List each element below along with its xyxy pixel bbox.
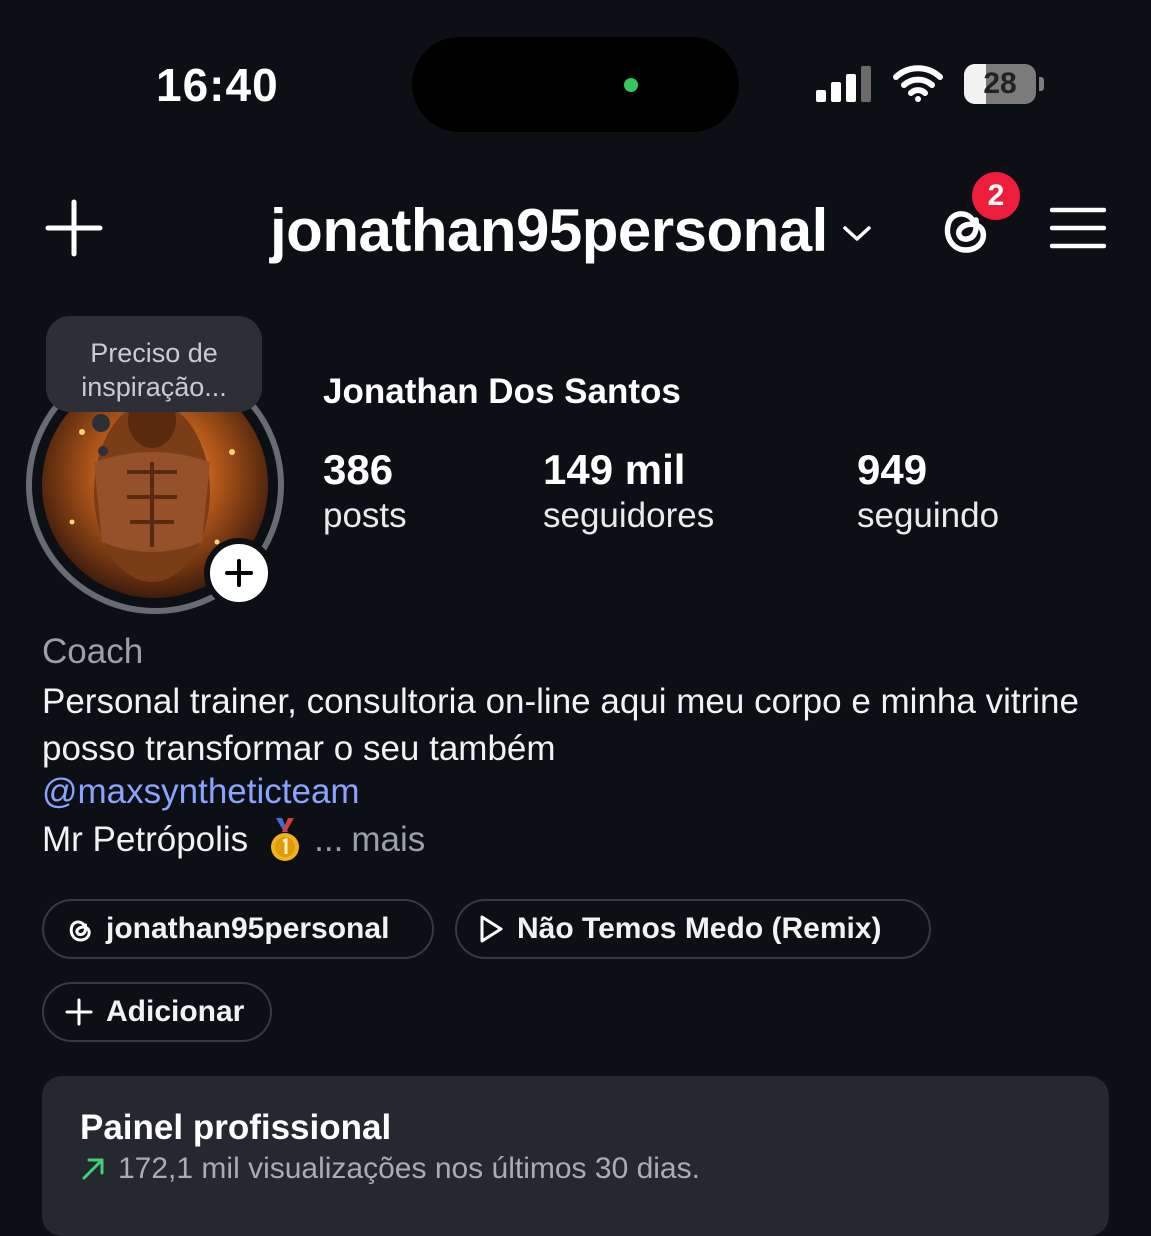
note-bubble-tail	[92, 414, 110, 432]
chevron-down-icon	[843, 226, 871, 241]
profile-music-chip[interactable]: Não Temos Medo (Remix)	[455, 899, 931, 959]
camera-indicator-dot	[624, 78, 638, 92]
battery-indicator: 28	[964, 64, 1046, 104]
note-bubble-tail-small	[98, 446, 108, 456]
posts-label: posts	[323, 496, 407, 535]
cellular-signal-icon	[816, 66, 871, 102]
profile-full-name: Jonathan Dos Santos	[323, 372, 681, 411]
bio-location-text: Mr Petrópolis	[42, 820, 249, 859]
followers-label: seguidores	[543, 496, 715, 535]
following-value: 949	[857, 446, 928, 493]
notification-badge: 2	[972, 172, 1020, 220]
plus-icon	[225, 559, 253, 587]
dashboard-views-text: 172,1 mil visualizações nos últimos 30 d…	[118, 1152, 700, 1185]
bio-last-line: Mr Petrópolis ... mais	[42, 818, 425, 862]
trend-up-arrow-icon	[82, 1158, 104, 1180]
status-time: 16:40	[156, 59, 279, 111]
music-chip-label: Não Temos Medo (Remix)	[517, 912, 882, 945]
posts-count[interactable]: 386 posts	[323, 446, 407, 538]
battery-level: 28	[983, 67, 1017, 100]
dynamic-island	[412, 37, 739, 132]
posts-value: 386	[323, 446, 394, 493]
add-story-button[interactable]	[204, 538, 274, 608]
plus-icon	[65, 998, 93, 1026]
following-count[interactable]: 949 seguindo	[857, 446, 999, 538]
add-link-chip[interactable]: Adicionar	[42, 982, 272, 1042]
add-chip-label: Adicionar	[106, 995, 245, 1028]
play-icon	[480, 915, 503, 943]
followers-value: 149 mil	[543, 446, 686, 493]
threads-chip-label: jonathan95personal	[106, 912, 390, 945]
gold-medal-icon	[271, 818, 300, 861]
bio-ellipsis: ...	[314, 820, 344, 859]
dashboard-title: Painel profissional	[80, 1108, 392, 1147]
threads-icon	[69, 920, 91, 942]
threads-profile-chip[interactable]: jonathan95personal	[42, 899, 434, 959]
profile-username: jonathan95personal	[270, 196, 828, 264]
create-post-button[interactable]	[44, 198, 104, 258]
following-label: seguindo	[857, 496, 1000, 535]
account-switcher[interactable]: jonathan95personal	[270, 190, 872, 270]
dashboard-subtitle: 172,1 mil visualizações nos últimos 30 d…	[80, 1152, 700, 1186]
profile-category: Coach	[42, 632, 144, 671]
bio-more-link[interactable]: mais	[351, 820, 425, 860]
bio-mention-link[interactable]: @maxsyntheticteam	[42, 772, 360, 812]
wifi-icon	[893, 65, 943, 102]
followers-count[interactable]: 149 mil seguidores	[543, 446, 714, 538]
profile-bio: Personal trainer, consultoria on-line aq…	[42, 682, 1079, 768]
hamburger-menu-icon[interactable]	[1050, 206, 1106, 250]
profile-note-bubble[interactable]: Preciso de inspiração...	[46, 316, 262, 412]
